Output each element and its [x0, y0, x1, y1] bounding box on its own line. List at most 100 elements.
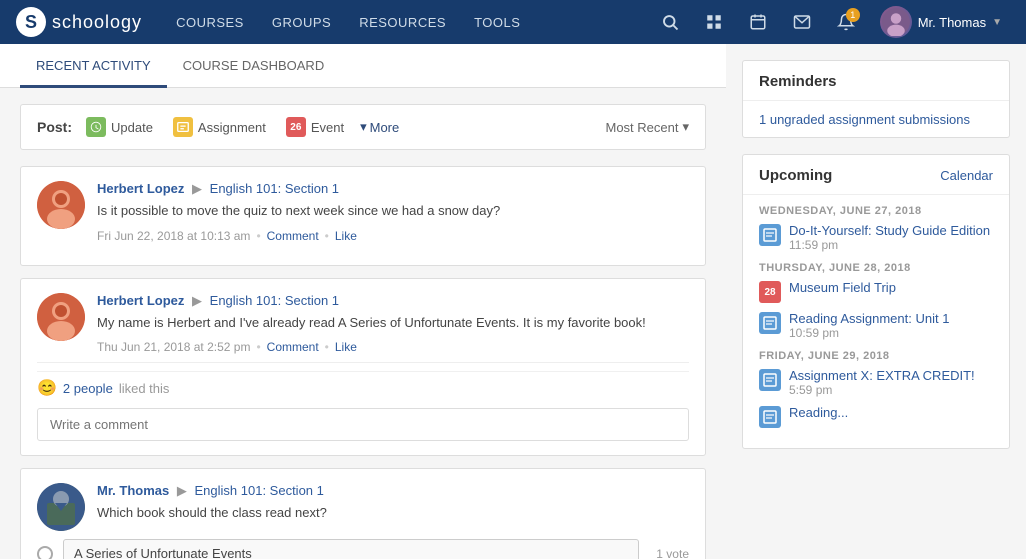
- card-meta-1: Herbert Lopez ▶ English 101: Section 1 I…: [97, 181, 689, 243]
- reminders-link[interactable]: 1 ungraded assignment submissions: [759, 112, 970, 127]
- arrow-icon-3: ▶: [177, 483, 187, 498]
- card-header-2: Herbert Lopez ▶ English 101: Section 1 M…: [37, 293, 689, 355]
- assignment-label: Assignment: [198, 120, 266, 135]
- poll-option-text-1: A Series of Unfortunate Events: [63, 539, 639, 559]
- more-button[interactable]: ▾ More: [360, 119, 399, 135]
- upcoming-date-thu: THURSDAY, JUNE 28, 2018: [759, 262, 993, 274]
- nav-courses[interactable]: COURSES: [162, 0, 258, 44]
- activity-card-2: Herbert Lopez ▶ English 101: Section 1 M…: [20, 278, 706, 457]
- upcoming-item-thu-2: Reading Assignment: Unit 1 10:59 pm: [759, 311, 993, 340]
- upcoming-group-fri: FRIDAY, JUNE 29, 2018 Assignment X: EXTR…: [759, 350, 993, 428]
- upcoming-item-time-thu-2: 10:59 pm: [789, 326, 993, 340]
- feed-area: Post: Update: [0, 88, 726, 559]
- bell-badge: 1: [846, 8, 860, 22]
- main-content: RECENT ACTIVITY COURSE DASHBOARD Post: U…: [0, 44, 1026, 559]
- user-menu[interactable]: Mr. Thomas ▼: [872, 6, 1010, 38]
- course-2[interactable]: English 101: Section 1: [210, 293, 339, 308]
- upcoming-item-thu-1: 28 Museum Field Trip: [759, 280, 993, 303]
- upcoming-item-content-fri-1: Assignment X: EXTRA CREDIT! 5:59 pm: [789, 368, 993, 397]
- reminders-title: Reminders: [759, 73, 837, 90]
- author-line-2: Herbert Lopez ▶ English 101: Section 1: [97, 293, 689, 309]
- user-name: Mr. Thomas: [918, 15, 986, 30]
- likes-count-2[interactable]: 2 people: [63, 381, 113, 396]
- nav-tools[interactable]: TOOLS: [460, 0, 534, 44]
- upcoming-item-fri-1: Assignment X: EXTRA CREDIT! 5:59 pm: [759, 368, 993, 397]
- nav-groups[interactable]: GROUPS: [258, 0, 345, 44]
- author-3[interactable]: Mr. Thomas: [97, 483, 169, 498]
- poll-votes-1: 1 vote: [649, 547, 689, 559]
- sort-button[interactable]: Most Recent ▾: [605, 119, 689, 135]
- mail-icon[interactable]: [784, 4, 820, 40]
- upcoming-item-time-wed-1: 11:59 pm: [789, 238, 993, 252]
- nav-resources[interactable]: RESOURCES: [345, 0, 460, 44]
- calendar-icon[interactable]: [740, 4, 776, 40]
- sort-chevron-icon: ▾: [682, 119, 689, 135]
- like-link-1[interactable]: Like: [335, 229, 357, 243]
- course-3[interactable]: English 101: Section 1: [195, 483, 324, 498]
- likes-suffix-2: liked this: [119, 381, 170, 396]
- event-button[interactable]: 26 Event: [282, 115, 348, 139]
- upcoming-item-title-wed-1[interactable]: Do-It-Yourself: Study Guide Edition: [789, 223, 993, 238]
- post-body-1: Is it possible to move the quiz to next …: [97, 201, 689, 221]
- author-line-3: Mr. Thomas ▶ English 101: Section 1: [97, 483, 689, 499]
- upcoming-item-title-fri-1[interactable]: Assignment X: EXTRA CREDIT!: [789, 368, 993, 383]
- like-link-2[interactable]: Like: [335, 340, 357, 354]
- avatar-img-1: [37, 181, 85, 229]
- chevron-down-icon: ▼: [992, 17, 1002, 28]
- poll-option-1: A Series of Unfortunate Events 1 vote: [37, 539, 689, 559]
- course-1[interactable]: English 101: Section 1: [210, 181, 339, 196]
- activity-card-3: Mr. Thomas ▶ English 101: Section 1 Whic…: [20, 468, 706, 559]
- post-body-3: Which book should the class read next?: [97, 503, 689, 523]
- card-footer-1: Fri Jun 22, 2018 at 10:13 am • Comment •…: [97, 229, 689, 243]
- likes-row-2: 😊 2 people liked this: [37, 371, 689, 398]
- upcoming-header: Upcoming Calendar: [743, 155, 1009, 195]
- tab-course-dashboard[interactable]: COURSE DASHBOARD: [167, 44, 341, 88]
- bell-icon[interactable]: 1: [828, 4, 864, 40]
- update-icon: [86, 117, 106, 137]
- divider-2: [37, 362, 689, 363]
- upcoming-item-title-thu-1[interactable]: Museum Field Trip: [789, 280, 993, 295]
- assign-icon-fri-1: [759, 369, 781, 391]
- assignment-icon: [173, 117, 193, 137]
- upcoming-item-content-fri-2: Reading...: [789, 405, 993, 420]
- poll-radio-1[interactable]: [37, 546, 53, 559]
- card-header-3: Mr. Thomas ▶ English 101: Section 1 Whic…: [37, 483, 689, 531]
- logo-circle: S: [16, 7, 46, 37]
- upcoming-date-wed: WEDNESDAY, JUNE 27, 2018: [759, 205, 993, 217]
- reminders-body: 1 ungraded assignment submissions: [743, 101, 1009, 137]
- logo[interactable]: S schoology: [16, 7, 142, 37]
- upcoming-date-fri: FRIDAY, JUNE 29, 2018: [759, 350, 993, 362]
- more-arrow-icon: ▾: [360, 119, 367, 135]
- card-header-1: Herbert Lopez ▶ English 101: Section 1 I…: [37, 181, 689, 243]
- comment-link-1[interactable]: Comment: [267, 229, 319, 243]
- top-navigation: S schoology COURSES GROUPS RESOURCES TOO…: [0, 0, 1026, 44]
- left-panel: RECENT ACTIVITY COURSE DASHBOARD Post: U…: [0, 44, 726, 559]
- tab-recent-activity[interactable]: RECENT ACTIVITY: [20, 44, 167, 88]
- update-button[interactable]: Update: [82, 115, 157, 139]
- activity-card-1: Herbert Lopez ▶ English 101: Section 1 I…: [20, 166, 706, 266]
- more-label: More: [370, 120, 400, 135]
- search-icon[interactable]: [652, 4, 688, 40]
- upcoming-item-wed-1: Do-It-Yourself: Study Guide Edition 11:5…: [759, 223, 993, 252]
- upcoming-title: Upcoming: [759, 167, 832, 184]
- comment-link-2[interactable]: Comment: [267, 340, 319, 354]
- arrow-icon-2: ▶: [192, 293, 202, 308]
- upcoming-item-title-thu-2[interactable]: Reading Assignment: Unit 1: [789, 311, 993, 326]
- card-meta-3: Mr. Thomas ▶ English 101: Section 1 Whic…: [97, 483, 689, 531]
- timestamp-1: Fri Jun 22, 2018 at 10:13 am: [97, 229, 250, 243]
- event-icon-thu-1: 28: [759, 281, 781, 303]
- card-footer-2: Thu Jun 21, 2018 at 2:52 pm • Comment • …: [97, 340, 689, 354]
- logo-letter: S: [25, 12, 37, 33]
- calendar-link[interactable]: Calendar: [940, 168, 993, 183]
- upcoming-item-title-fri-2[interactable]: Reading...: [789, 405, 993, 420]
- avatar-thomas: [37, 483, 85, 531]
- upcoming-body: WEDNESDAY, JUNE 27, 2018 Do-It-Yourself:…: [743, 195, 1009, 448]
- timestamp-2: Thu Jun 21, 2018 at 2:52 pm: [97, 340, 250, 354]
- assignment-button[interactable]: Assignment: [169, 115, 270, 139]
- grid-icon[interactable]: [696, 4, 732, 40]
- event-label: Event: [311, 120, 344, 135]
- author-1[interactable]: Herbert Lopez: [97, 181, 184, 196]
- author-2[interactable]: Herbert Lopez: [97, 293, 184, 308]
- comment-input-2[interactable]: [37, 408, 689, 441]
- assign-icon-thu-2: [759, 312, 781, 334]
